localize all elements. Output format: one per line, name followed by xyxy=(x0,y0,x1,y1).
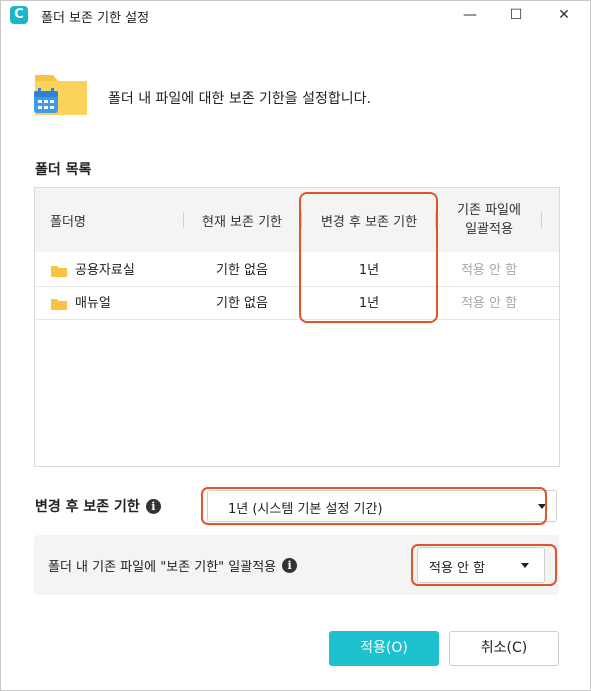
bulk-apply-status: 적용 안 함 xyxy=(460,296,518,311)
folder-name: 매뉴얼 xyxy=(75,296,111,311)
app-logo-icon: C xyxy=(10,6,28,24)
info-icon[interactable]: i xyxy=(145,498,161,514)
retention-select-highlight xyxy=(201,487,547,525)
folder-calendar-icon xyxy=(34,75,87,115)
col-bulk-apply-line2: 일괄적용 xyxy=(465,222,513,237)
col-bulk-apply-line1: 기존 파일에 xyxy=(457,203,521,218)
col-current-retention[interactable]: 현재 보존 기한 xyxy=(185,188,299,252)
current-retention: 기한 없음 xyxy=(216,263,268,278)
retention-label-text: 변경 후 보존 기한 xyxy=(35,499,140,515)
table-row[interactable]: 공용자료실 기한 없음 1년 적용 안 함 xyxy=(35,256,559,287)
folder-name: 공용자료실 xyxy=(75,263,135,278)
apply-button[interactable]: 적용(O) xyxy=(329,631,439,666)
retention-field-label: 변경 후 보존 기한 i xyxy=(35,496,161,516)
minimize-button[interactable]: — xyxy=(447,3,493,27)
maximize-button[interactable]: ☐ xyxy=(493,3,539,27)
col-bulk-apply[interactable]: 기존 파일에 일괄적용 xyxy=(437,188,541,252)
bulk-apply-field-label: 폴더 내 기존 파일에 "보존 기한" 일괄적용 i xyxy=(48,556,298,575)
bulk-apply-status: 적용 안 함 xyxy=(460,263,518,278)
table-header: 폴더명 현재 보존 기한 변경 후 보존 기한 기존 파일에 일괄적용 xyxy=(35,188,559,252)
folder-icon xyxy=(51,299,67,310)
close-button[interactable]: ✕ xyxy=(541,3,587,27)
bulk-apply-label-text: 폴더 내 기존 파일에 "보존 기한" 일괄적용 xyxy=(48,560,277,575)
dialog-window: C 폴더 보존 기한 설정 — ☐ ✕ 폴더 내 파일에 대한 보존 기한을 설… xyxy=(0,0,591,691)
title-bar: C 폴더 보존 기한 설정 — ☐ ✕ xyxy=(1,1,590,29)
column-divider xyxy=(541,212,542,228)
cancel-button[interactable]: 취소(C) xyxy=(449,631,559,666)
current-retention: 기한 없음 xyxy=(216,296,268,311)
info-icon[interactable]: i xyxy=(282,558,298,573)
folder-list-label: 폴더 목록 xyxy=(35,162,92,178)
bulk-apply-select-highlight xyxy=(411,544,557,586)
column-divider xyxy=(183,212,184,228)
folder-table: 폴더명 현재 보존 기한 변경 후 보존 기한 기존 파일에 일괄적용 공용자료… xyxy=(34,187,560,467)
folder-icon xyxy=(51,266,67,277)
intro-description: 폴더 내 파일에 대한 보존 기한을 설정합니다. xyxy=(108,91,371,107)
col-folder-name[interactable]: 폴더명 xyxy=(50,188,180,252)
table-row[interactable]: 매뉴얼 기한 없음 1년 적용 안 함 xyxy=(35,289,559,320)
window-title: 폴더 보존 기한 설정 xyxy=(41,11,150,26)
new-retention-highlight xyxy=(299,192,438,323)
